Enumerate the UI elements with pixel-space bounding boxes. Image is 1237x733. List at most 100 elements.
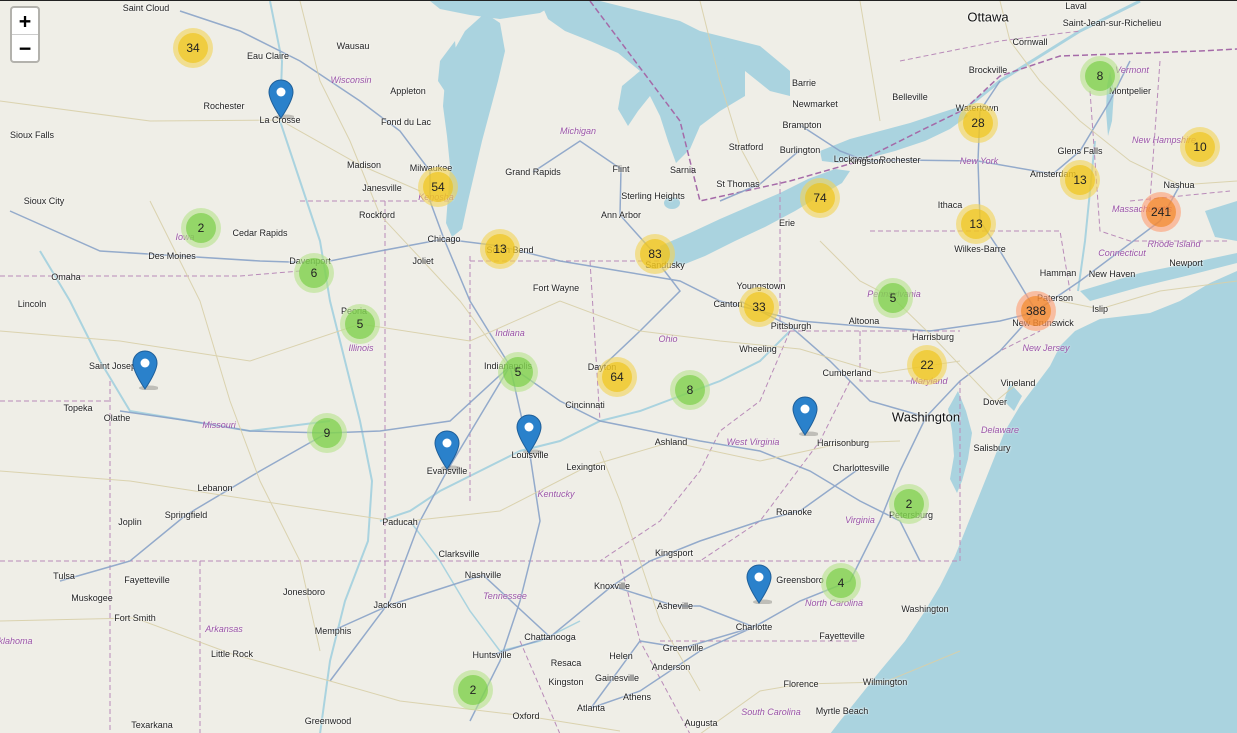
city-label: New Haven <box>1088 269 1136 279</box>
city-label: Belleville <box>892 92 928 102</box>
marker-cluster[interactable]: 74 <box>800 178 840 218</box>
city-label: Texarkana <box>131 720 173 730</box>
city-label: Laval <box>1065 1 1087 11</box>
cluster-count: 6 <box>299 258 329 288</box>
cluster-count: 4 <box>826 568 856 598</box>
city-label: Lincoln <box>17 299 47 309</box>
city-label: Knoxville <box>593 581 631 591</box>
marker-cluster[interactable]: 8 <box>670 370 710 410</box>
marker-cluster[interactable]: 388 <box>1016 291 1056 331</box>
marker-cluster[interactable]: 2 <box>181 208 221 248</box>
cluster-count: 28 <box>963 108 993 138</box>
marker-cluster[interactable]: 54 <box>418 167 458 207</box>
cluster-count: 64 <box>602 362 632 392</box>
city-label: Hamman <box>1039 268 1077 278</box>
map-pin-icon[interactable] <box>792 396 819 437</box>
city-label: Sioux City <box>23 196 65 206</box>
marker-cluster[interactable]: 28 <box>958 103 998 143</box>
city-label: Muskogee <box>71 593 113 603</box>
city-label: Atlanta <box>576 703 606 713</box>
cluster-count: 2 <box>894 489 924 519</box>
cluster-count: 74 <box>805 183 835 213</box>
city-label: Fond du Lac <box>380 117 432 127</box>
map-container[interactable]: WisconsinMichiganIowaIllinoisIndianaOhio… <box>0 0 1237 733</box>
city-label: Resaca <box>550 658 582 668</box>
state-label: Kentucky <box>537 489 575 499</box>
cluster-count: 388 <box>1021 296 1051 326</box>
state-label: Connecticut <box>1098 248 1146 258</box>
city-label: Newport <box>1169 258 1203 268</box>
city-label: Wheeling <box>739 344 777 354</box>
map-pin-icon[interactable] <box>434 430 461 471</box>
marker-cluster[interactable]: 83 <box>635 234 675 274</box>
city-label: Kingston <box>848 156 884 166</box>
city-label: Ann Arbor <box>600 210 642 220</box>
map-pin-icon[interactable] <box>746 564 773 605</box>
city-label: Altoona <box>848 316 880 326</box>
cluster-count: 8 <box>675 375 705 405</box>
city-label: Nashua <box>1163 180 1195 190</box>
city-label: Cumberland <box>822 368 872 378</box>
cluster-count: 83 <box>640 239 670 269</box>
marker-cluster[interactable]: 34 <box>173 28 213 68</box>
marker-cluster[interactable]: 5 <box>873 278 913 318</box>
city-label: Cedar Rapids <box>232 228 288 238</box>
marker-cluster[interactable]: 64 <box>597 357 637 397</box>
city-label: Joplin <box>118 517 142 527</box>
city-label: Chicago <box>427 234 461 244</box>
marker-cluster[interactable]: 2 <box>889 484 929 524</box>
city-label: Jackson <box>373 600 407 610</box>
city-label: Rockford <box>358 210 396 220</box>
city-label: Charlottesville <box>832 463 890 473</box>
state-label: Michigan <box>559 126 597 136</box>
city-label: Omaha <box>51 272 81 282</box>
city-label: Sioux Falls <box>9 130 55 140</box>
marker-cluster[interactable]: 8 <box>1080 56 1120 96</box>
state-label: Rhode Island <box>1147 239 1201 249</box>
cluster-count: 9 <box>312 418 342 448</box>
marker-cluster[interactable]: 9 <box>307 413 347 453</box>
city-label: Burlington <box>779 145 821 155</box>
city-label: Cincinnati <box>565 400 605 410</box>
marker-cluster[interactable]: 33 <box>739 287 779 327</box>
marker-cluster[interactable]: 13 <box>956 204 996 244</box>
map-pin-icon[interactable] <box>268 79 295 120</box>
marker-cluster[interactable]: 241 <box>1141 192 1181 232</box>
cluster-count: 5 <box>878 283 908 313</box>
marker-cluster[interactable]: 22 <box>907 345 947 385</box>
city-label: Des Moines <box>148 251 196 261</box>
cluster-count: 22 <box>912 350 942 380</box>
marker-cluster[interactable]: 5 <box>340 304 380 344</box>
city-label: Jonesboro <box>282 587 326 597</box>
marker-cluster[interactable]: 10 <box>1180 127 1220 167</box>
marker-cluster[interactable]: 5 <box>498 352 538 392</box>
marker-cluster[interactable]: 13 <box>1060 160 1100 200</box>
state-label: Ohio <box>658 334 678 344</box>
state-label: Missouri <box>202 420 236 430</box>
city-label: Greenville <box>662 643 704 653</box>
city-label: Rochester <box>203 101 245 111</box>
zoom-out-button[interactable]: − <box>12 34 38 61</box>
city-label: Greenwood <box>304 716 352 726</box>
city-label: Little Rock <box>210 649 254 659</box>
map-pin-icon[interactable] <box>132 350 159 391</box>
marker-cluster[interactable]: 2 <box>453 670 493 710</box>
zoom-in-button[interactable]: + <box>12 8 38 34</box>
cluster-count: 33 <box>744 292 774 322</box>
cluster-count: 8 <box>1085 61 1115 91</box>
city-label: Huntsville <box>472 650 512 660</box>
marker-cluster[interactable]: 4 <box>821 563 861 603</box>
cluster-count: 13 <box>485 234 515 264</box>
city-label: Roanoke <box>775 507 813 517</box>
city-label: Barrie <box>791 78 817 88</box>
city-label: Dover <box>982 397 1008 407</box>
city-label: Cornwall <box>1012 37 1048 47</box>
city-label: Paducah <box>382 517 418 527</box>
map-pin-icon[interactable] <box>516 414 543 455</box>
marker-cluster[interactable]: 13 <box>480 229 520 269</box>
cluster-count: 34 <box>178 33 208 63</box>
city-label: Erie <box>778 218 796 228</box>
city-label: Rochester <box>879 155 921 165</box>
city-label: Wausau <box>336 41 370 51</box>
marker-cluster[interactable]: 6 <box>294 253 334 293</box>
